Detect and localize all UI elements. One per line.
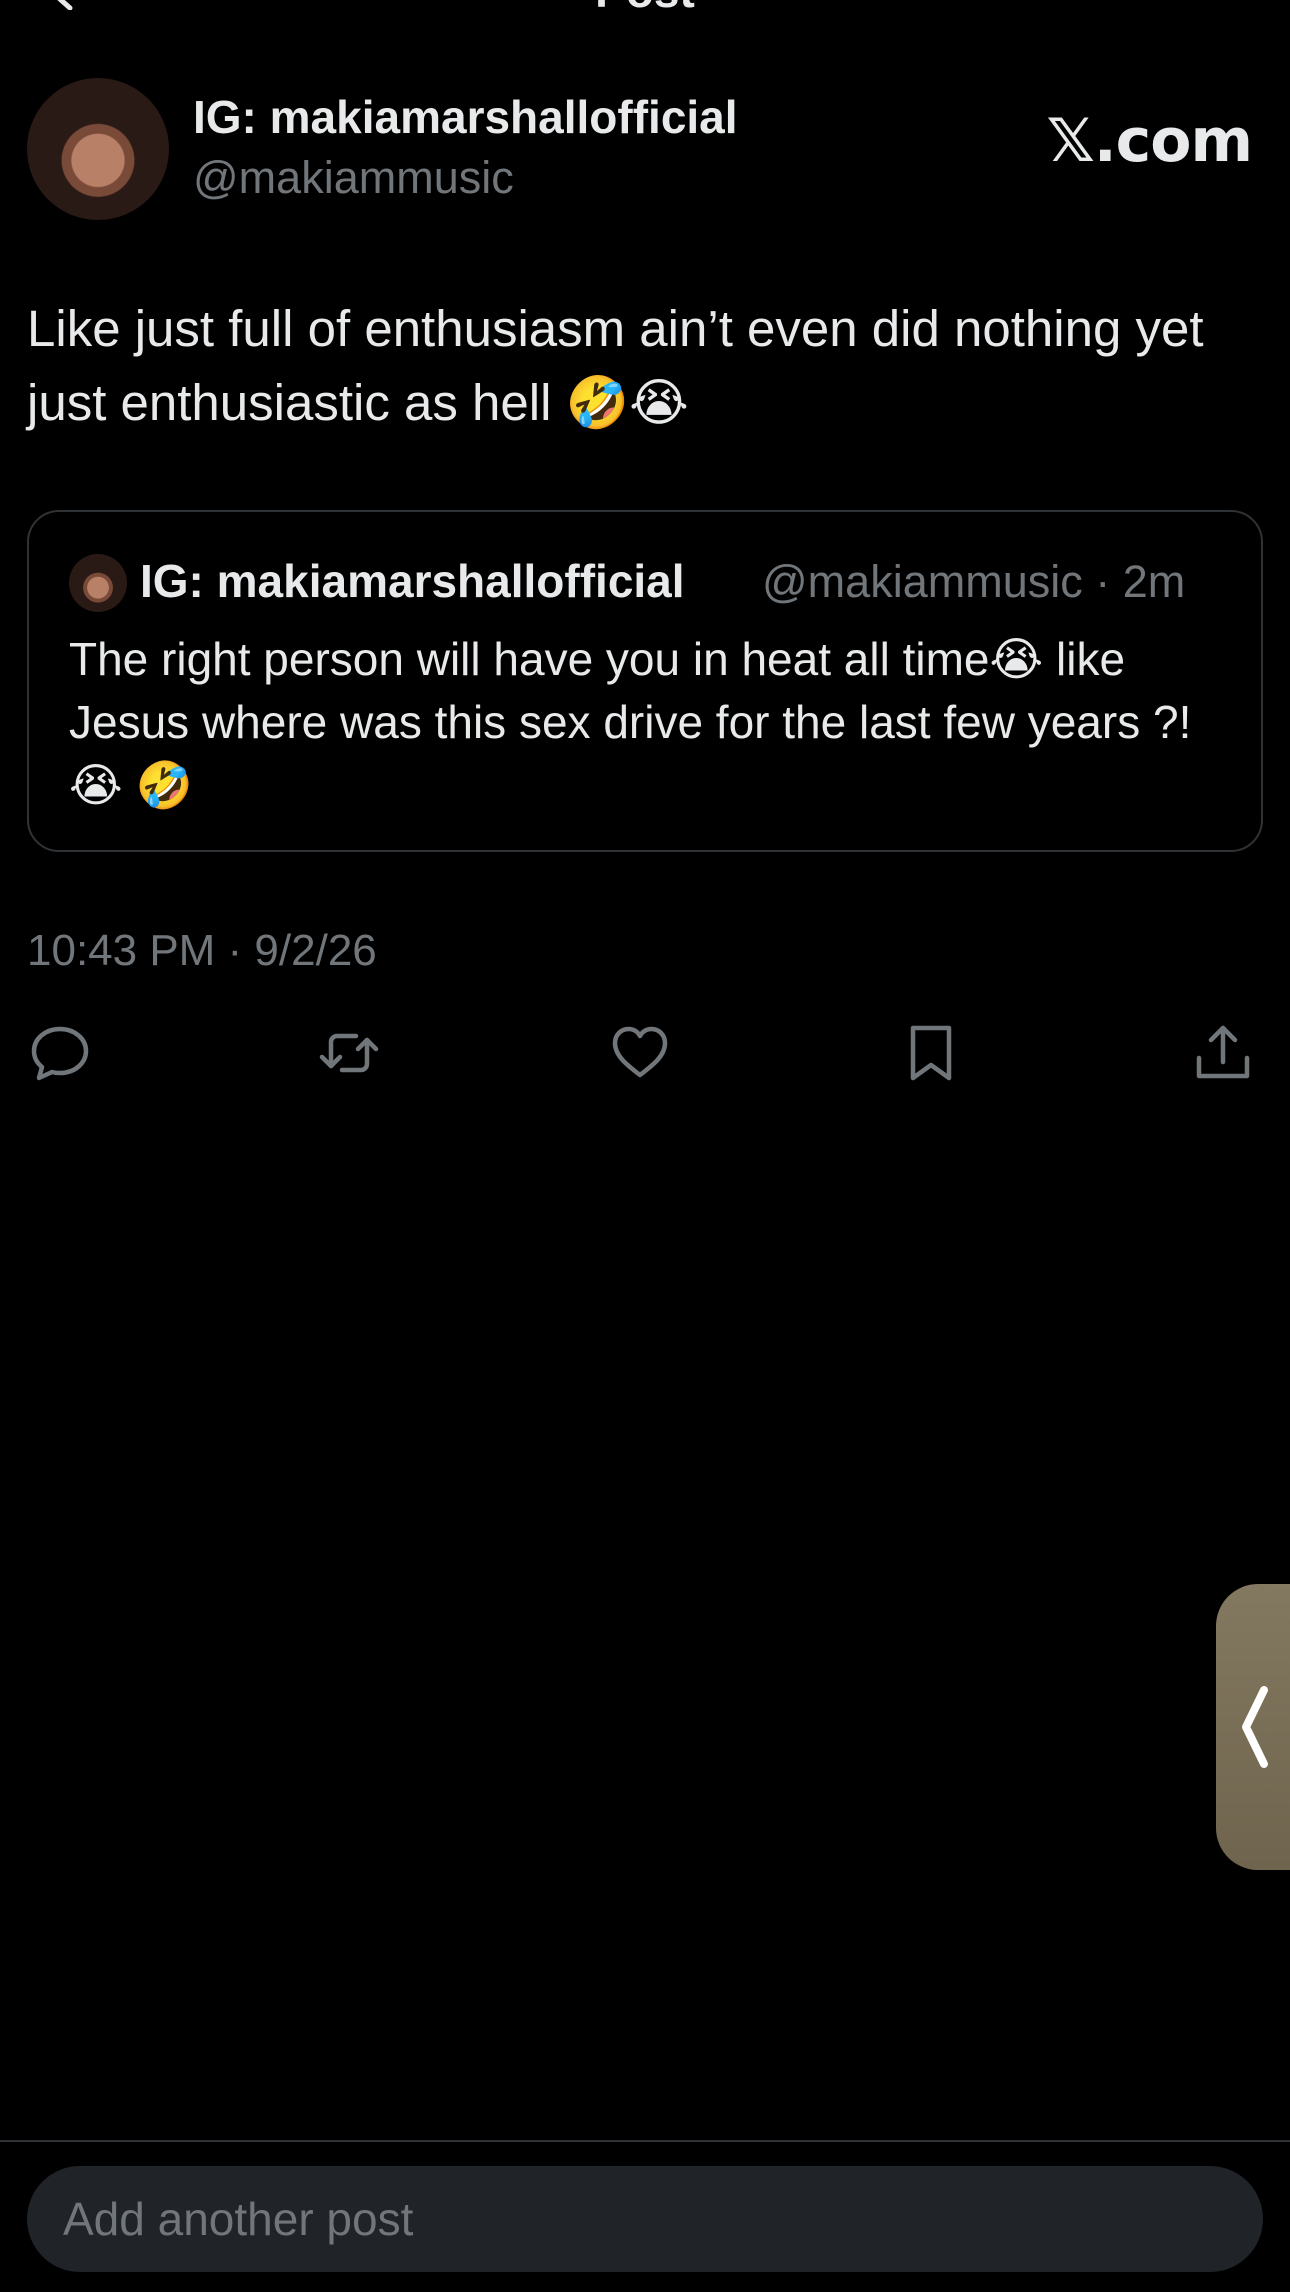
- quoted-post-text: The right person will have you in heat a…: [69, 633, 1192, 811]
- quoted-post-meta: @makiammusic · 2m: [762, 556, 1186, 607]
- action-bar: [0, 1020, 1290, 1092]
- composer-divider: [0, 2140, 1290, 2142]
- chevron-left-icon: [1242, 1686, 1268, 1768]
- repost-arrows-icon: [319, 1033, 379, 1073]
- heart-icon: [612, 1026, 668, 1078]
- share-button[interactable]: [1190, 1020, 1256, 1086]
- quoted-author-name: IG: makiamarshallofficial: [140, 555, 685, 607]
- author-handle[interactable]: @makiammusic: [193, 152, 514, 204]
- top-navigation: Post: [0, 0, 1290, 18]
- edge-panel-handle[interactable]: [1216, 1584, 1290, 1870]
- add-post-input[interactable]: [27, 2166, 1263, 2272]
- speech-bubble-icon: [31, 1026, 89, 1081]
- author-display-name[interactable]: IG: makiamarshallofficial: [193, 90, 738, 144]
- post-timestamp[interactable]: 10:43 PM · 9/2/26: [27, 926, 377, 976]
- author-avatar[interactable]: [27, 78, 169, 220]
- repost-button[interactable]: [316, 1020, 382, 1086]
- quoted-post-card[interactable]: IG: makiamarshallofficial @makiammusic ·…: [27, 510, 1263, 852]
- bookmark-icon: [910, 1025, 952, 1081]
- page-title: Post: [0, 0, 1290, 18]
- post-author-header: IG: makiamarshallofficial @makiammusic 𝕏…: [27, 78, 1267, 220]
- like-button[interactable]: [607, 1020, 673, 1086]
- reply-button[interactable]: [27, 1020, 93, 1086]
- quoted-author-avatar: [69, 554, 127, 612]
- post-text: Like just full of enthusiasm ain’t even …: [27, 300, 1204, 431]
- bookmark-button[interactable]: [898, 1020, 964, 1086]
- xcom-watermark: 𝕏.com: [1046, 106, 1253, 176]
- share-upload-icon: [1196, 1025, 1250, 1079]
- post-detail-screen: Post IG: makiamarshallofficial @makiammu…: [0, 0, 1290, 2292]
- quoted-post-header: IG: makiamarshallofficial @makiammusic ·…: [69, 552, 1219, 614]
